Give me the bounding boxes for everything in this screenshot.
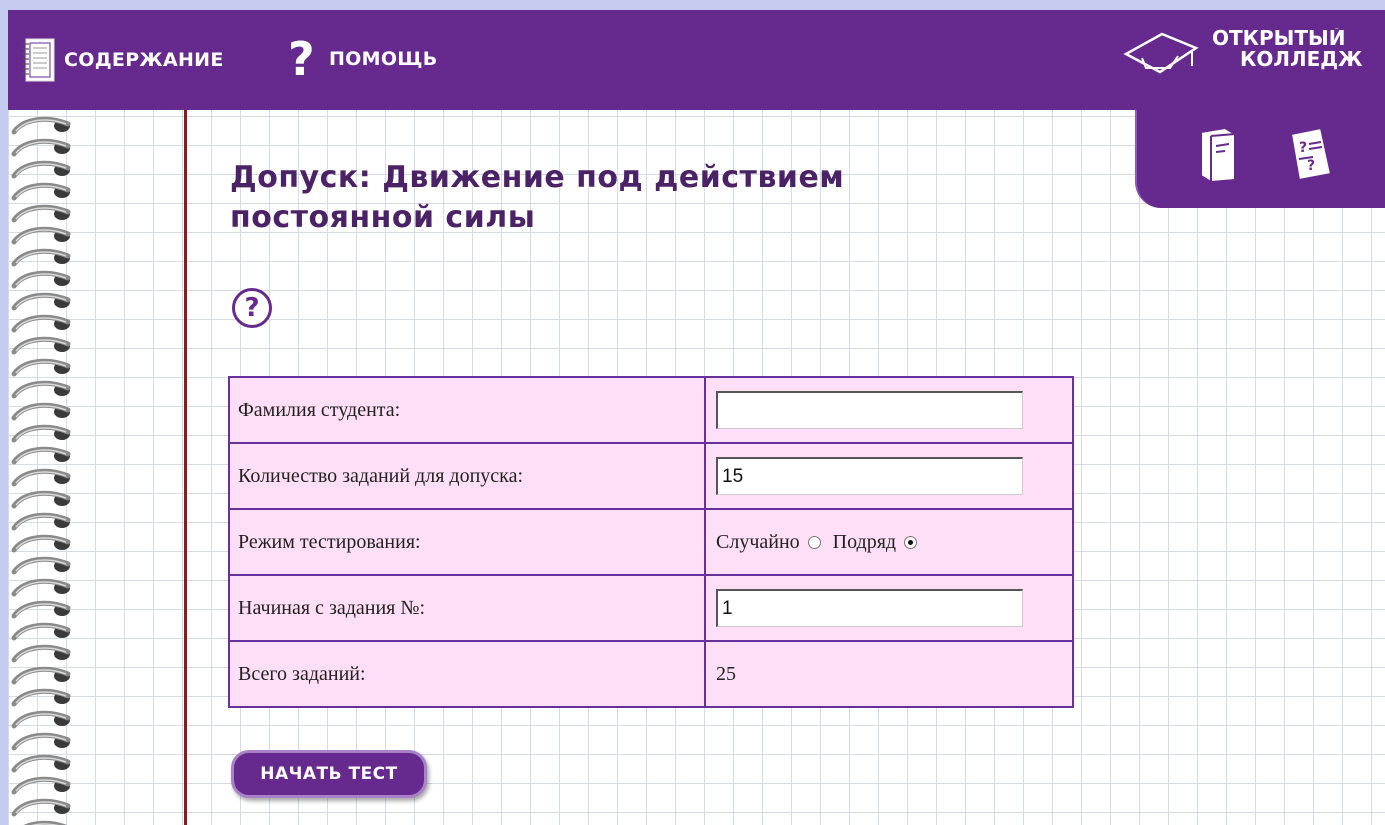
logo-text-line2: КОЛЛЕДЖ (1240, 47, 1363, 70)
spiral-ring (11, 798, 71, 817)
spiral-ring (11, 600, 71, 619)
start-from-label: Начиная с задания №: (228, 574, 706, 642)
top-navigation-bar: СОДЕРЖАНИЕ ? ПОМОЩЬ ОТКРЫТЫЙ КОЛЛЕДЖ (8, 10, 1385, 110)
page-title: Допуск: Движение под действием постоянно… (230, 158, 1010, 238)
spiral-ring (11, 754, 71, 773)
mode-random-label: Случайно (716, 530, 800, 553)
spiral-ring (11, 138, 71, 157)
spiral-ring (11, 446, 71, 465)
contents-link[interactable]: СОДЕРЖАНИЕ (22, 36, 224, 84)
spiral-ring (11, 534, 71, 553)
task-count-label: Количество заданий для допуска: (228, 442, 706, 510)
spiral-ring (11, 270, 71, 289)
spiral-ring (11, 468, 71, 487)
spiral-ring (11, 732, 71, 751)
spiral-ring (11, 424, 71, 443)
form-row-mode: Режим тестирования: Случайно Подряд (228, 508, 1074, 576)
graduation-cap-icon (1123, 32, 1199, 74)
spiral-ring (11, 622, 71, 641)
spiral-ring (11, 226, 71, 245)
spiral-ring (11, 776, 71, 795)
spiral-ring (11, 666, 71, 685)
help-label: ПОМОЩЬ (328, 48, 438, 70)
spiral-ring (11, 710, 71, 729)
margin-line (184, 110, 187, 825)
section-tabs: ? ? (1135, 110, 1385, 208)
page-title-line1: Допуск: Движение под действием (230, 160, 845, 195)
mode-sequential-label: Подряд (832, 530, 897, 553)
spiral-ring (11, 380, 71, 399)
page-title-line2: постоянной силы (230, 200, 536, 235)
mode-random-radio[interactable] (807, 535, 821, 549)
form-row-task-count: Количество заданий для допуска: (228, 442, 1074, 510)
spiral-ring (11, 336, 71, 355)
spiral-ring (11, 292, 71, 311)
spiral-ring (11, 160, 71, 179)
spiral-ring (11, 314, 71, 333)
spiral-ring (11, 490, 71, 509)
total-tasks-value: 25 (704, 640, 1074, 708)
spiral-ring (11, 644, 71, 663)
mode-sequential-radio[interactable] (904, 535, 918, 549)
start-test-button[interactable]: НАЧАТЬ ТЕСТ (231, 750, 427, 798)
form-row-total: Всего заданий: 25 (228, 640, 1074, 708)
form-row-start-from: Начиная с задания №: (228, 574, 1074, 642)
spiral-ring (11, 402, 71, 421)
svg-text:?: ? (1299, 140, 1307, 156)
surname-label: Фамилия студента: (228, 376, 706, 444)
total-tasks-label: Всего заданий: (228, 640, 706, 708)
spiral-ring (11, 182, 71, 201)
surname-input[interactable] (716, 391, 1023, 429)
spiral-ring (11, 248, 71, 267)
logo-text-line1: ОТКРЫТЫЙ (1212, 28, 1346, 50)
spiral-ring (11, 116, 71, 135)
notebook-icon (23, 38, 55, 82)
test-settings-form: Фамилия студента: Количество заданий для… (228, 376, 1074, 708)
task-sheet-icon[interactable]: ? ? (1287, 124, 1335, 184)
mode-label: Режим тестирования: (228, 508, 706, 576)
question-mark-icon: ? (288, 32, 315, 86)
help-link[interactable]: ? ПОМОЩЬ (288, 36, 438, 82)
help-circle-icon[interactable]: ? (232, 288, 272, 328)
book-icon[interactable] (1195, 124, 1243, 184)
svg-text:?: ? (1307, 158, 1315, 174)
start-from-input[interactable] (716, 589, 1023, 627)
spiral-ring (11, 512, 71, 531)
open-college-logo: ОТКРЫТЫЙ КОЛЛЕДЖ (1120, 28, 1385, 78)
spiral-ring (11, 578, 71, 597)
spiral-ring (11, 358, 71, 377)
notebook-page: ? ? Допуск: Движение под действием посто… (8, 110, 1385, 825)
spiral-binding (11, 116, 71, 825)
spiral-ring (11, 556, 71, 575)
spiral-ring (11, 688, 71, 707)
task-count-input[interactable] (716, 457, 1023, 495)
contents-label: СОДЕРЖАНИЕ (64, 49, 224, 71)
spiral-ring (11, 204, 71, 223)
form-row-surname: Фамилия студента: (228, 376, 1074, 444)
